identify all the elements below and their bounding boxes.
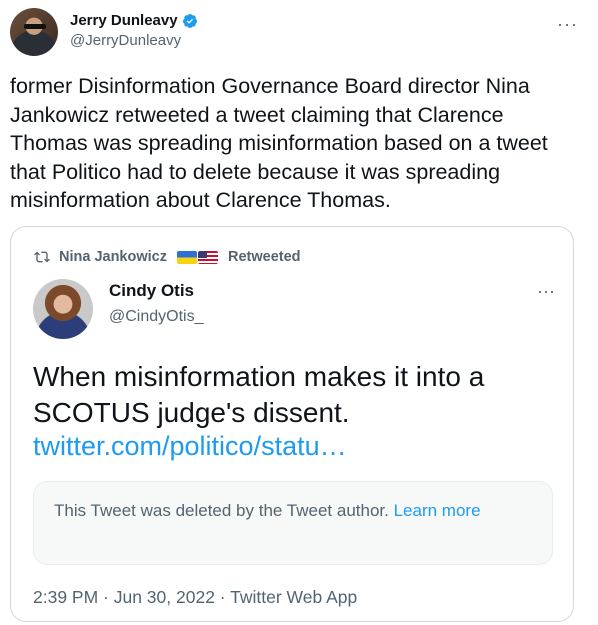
retweet-icon (34, 251, 50, 263)
ukraine-flag-icon (176, 250, 197, 264)
author-name[interactable]: Jerry Dunleavy (70, 12, 178, 29)
quoted-tweet-link[interactable]: twitter.com/politico/statu… (33, 431, 347, 462)
quoted-author-info: Cindy Otis @CindyOtis_ (109, 281, 204, 326)
retweeted-label: Retweeted (227, 249, 301, 265)
deleted-tweet-notice: This Tweet was deleted by the Tweet auth… (33, 481, 553, 565)
tweet-body: former Disinformation Governance Board d… (10, 74, 548, 212)
retweeter-name[interactable]: Nina Jankowicz (59, 249, 167, 265)
verified-badge-icon (182, 13, 197, 28)
flags (176, 250, 218, 264)
quoted-author-avatar[interactable] (33, 279, 93, 339)
retweet-context: Nina Jankowicz Retweeted (33, 249, 301, 265)
tweet-header: Jerry Dunleavy @JerryDunleavy ··· (10, 8, 590, 60)
quoted-author-handle[interactable]: @CindyOtis_ (109, 308, 204, 326)
quoted-tweet-text: When misinformation makes it into a SCOT… (33, 361, 485, 428)
author-handle[interactable]: @JerryDunleavy (70, 32, 198, 49)
learn-more-link[interactable]: Learn more (394, 501, 481, 520)
quoted-author-name[interactable]: Cindy Otis (109, 281, 204, 301)
us-flag-icon (197, 250, 218, 264)
tweet-timestamp[interactable]: 2:39 PM · Jun 30, 2022 · Twitter Web App (33, 587, 357, 608)
author-info: Jerry Dunleavy @JerryDunleavy (70, 12, 198, 49)
author-avatar[interactable] (10, 8, 58, 56)
more-icon[interactable]: ··· (557, 14, 578, 35)
deleted-notice-text: This Tweet was deleted by the Tweet auth… (54, 501, 389, 520)
quoted-tweet-card[interactable]: Nina Jankowicz Retweeted Cindy Otis @Cin… (10, 226, 574, 622)
more-icon[interactable]: ··· (537, 281, 555, 302)
